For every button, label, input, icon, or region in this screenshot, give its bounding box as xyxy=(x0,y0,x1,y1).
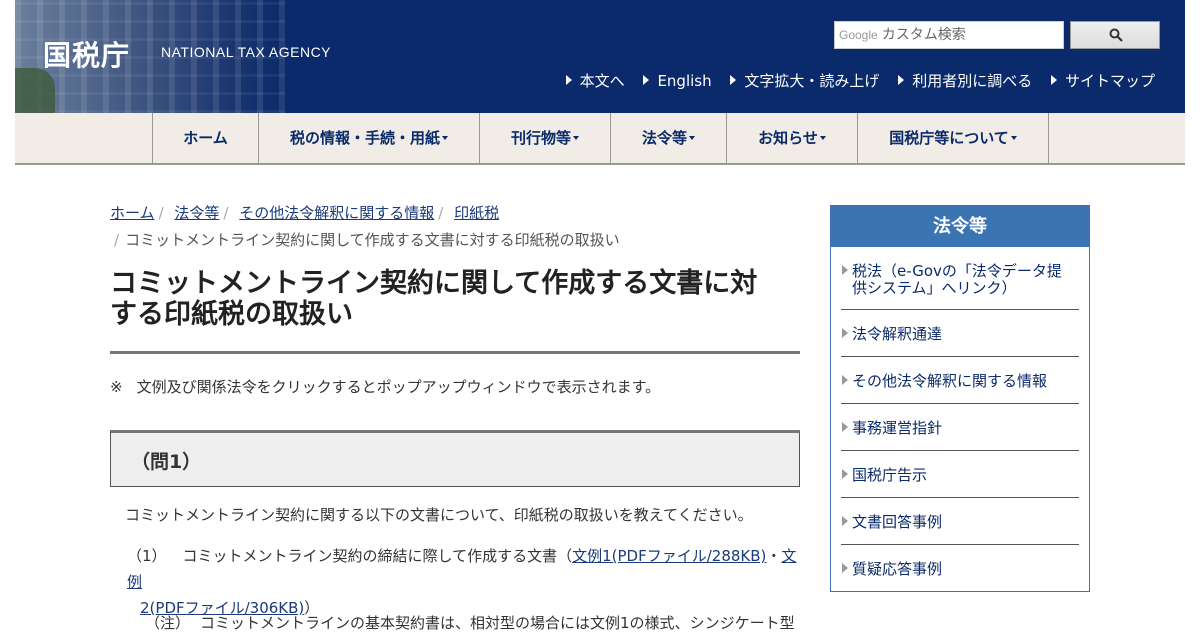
breadcrumb-link-home[interactable]: ホーム xyxy=(110,204,155,222)
nav-item-publications[interactable]: 刊行物等 xyxy=(480,113,611,163)
question-text: コミットメントライン契約に関する以下の文書について、印紙税の取扱いを教えてくださ… xyxy=(125,506,753,524)
search-placeholder: カスタム検索 xyxy=(881,27,966,43)
site-header: 国税庁 NATIONAL TAX AGENCY Google カスタム検索 本文へ… xyxy=(15,0,1185,113)
breadcrumb-link-other-interpretations[interactable]: その他法令解釈に関する情報 xyxy=(239,204,434,222)
question-heading-box: （問1） xyxy=(110,430,800,487)
caret-down-icon xyxy=(442,136,448,140)
arrow-right-icon xyxy=(842,265,848,275)
arrow-right-icon xyxy=(842,375,848,385)
arrow-right-icon xyxy=(842,422,848,432)
arrow-right-icon xyxy=(730,75,737,85)
breadcrumb-current: コミットメントライン契約に関して作成する文書に対する印紙税の取扱い xyxy=(125,231,620,249)
site-logo[interactable]: 国税庁 xyxy=(43,34,130,74)
utility-links: 本文へ English 文字拡大・読み上げ 利用者別に調べる サイトマップ xyxy=(552,70,1155,91)
util-link-text-size[interactable]: 文字拡大・読み上げ xyxy=(730,72,879,90)
arrow-right-icon xyxy=(842,516,848,526)
arrow-right-icon xyxy=(842,328,848,338)
search-input[interactable]: Google カスタム検索 xyxy=(834,21,1064,49)
sidebar-title: 法令等 xyxy=(831,206,1089,247)
question-heading: （問1） xyxy=(131,451,202,473)
util-link-skip-to-content[interactable]: 本文へ xyxy=(565,72,625,90)
example-1-pdf-link[interactable]: 文例1(PDFファイル/288KB) xyxy=(572,547,766,565)
google-brand-label: Google xyxy=(839,28,878,42)
arrow-right-icon xyxy=(842,469,848,479)
nav-item-home[interactable]: ホーム xyxy=(153,113,259,163)
util-link-english[interactable]: English xyxy=(643,72,712,90)
global-nav: ホーム 税の情報・手続・用紙 刊行物等 法令等 お知らせ 国税庁等について xyxy=(15,113,1185,165)
sidebar-item-tax-law[interactable]: 税法（e-Govの「法令データ提 供システム」へリンク） xyxy=(841,247,1079,310)
util-link-sitemap[interactable]: サイトマップ xyxy=(1050,72,1155,90)
sidebar-item-administrative-guidelines[interactable]: 事務運営指針 xyxy=(841,404,1079,451)
nav-item-news[interactable]: お知らせ xyxy=(727,113,858,163)
caret-down-icon xyxy=(1010,136,1017,140)
page-title: コミットメントライン契約に関して作成する文書に対 する印紙税の取扱い xyxy=(110,268,758,330)
nav-item-tax-info[interactable]: 税の情報・手続・用紙 xyxy=(259,113,480,163)
search-button[interactable] xyxy=(1070,21,1160,49)
site-logo-english: NATIONAL TAX AGENCY xyxy=(161,44,332,60)
breadcrumb-link-laws[interactable]: 法令等 xyxy=(174,204,219,222)
title-divider xyxy=(110,351,800,354)
sidebar-item-other-interpretations[interactable]: その他法令解釈に関する情報 xyxy=(841,357,1079,404)
popup-note: ※ 文例及び関係法令をクリックするとポップアップウィンドウで表示されます。 xyxy=(110,378,661,396)
arrow-right-icon xyxy=(898,75,905,85)
sidebar-laws: 法令等 税法（e-Govの「法令データ提 供システム」へリンク） 法令解釈通達 そ… xyxy=(830,205,1090,592)
breadcrumb-link-stamp-tax[interactable]: 印紙税 xyxy=(454,204,499,222)
arrow-right-icon xyxy=(1050,75,1057,85)
breadcrumb: ホーム / 法令等 / その他法令解釈に関する情報 / 印紙税 / コミットメントライン… xyxy=(110,204,620,249)
search-icon xyxy=(1109,28,1123,42)
sidebar-item-public-notices[interactable]: 国税庁告示 xyxy=(841,451,1079,498)
sidebar-item-interpretation-notices[interactable]: 法令解釈通達 xyxy=(841,310,1079,357)
question-note: （注） コミットメントラインの基本契約書は、相対型の場合には文例1の様式、シンジケ… xyxy=(145,614,795,632)
arrow-right-icon xyxy=(842,563,848,573)
arrow-right-icon xyxy=(643,75,650,85)
header-photo-tree xyxy=(15,68,55,113)
sidebar-item-qa-examples[interactable]: 質疑応答事例 xyxy=(841,545,1079,592)
sidebar-list: 税法（e-Govの「法令データ提 供システム」へリンク） 法令解釈通達 その他法令… xyxy=(841,247,1079,592)
caret-down-icon xyxy=(689,136,695,140)
nav-item-laws[interactable]: 法令等 xyxy=(611,113,727,163)
nav-item-about[interactable]: 国税庁等について xyxy=(858,113,1049,163)
caret-down-icon xyxy=(819,136,826,140)
caret-down-icon xyxy=(573,136,579,140)
util-link-by-user[interactable]: 利用者別に調べる xyxy=(898,72,1032,90)
sidebar-item-written-answers[interactable]: 文書回答事例 xyxy=(841,498,1079,545)
arrow-right-icon xyxy=(565,75,572,85)
